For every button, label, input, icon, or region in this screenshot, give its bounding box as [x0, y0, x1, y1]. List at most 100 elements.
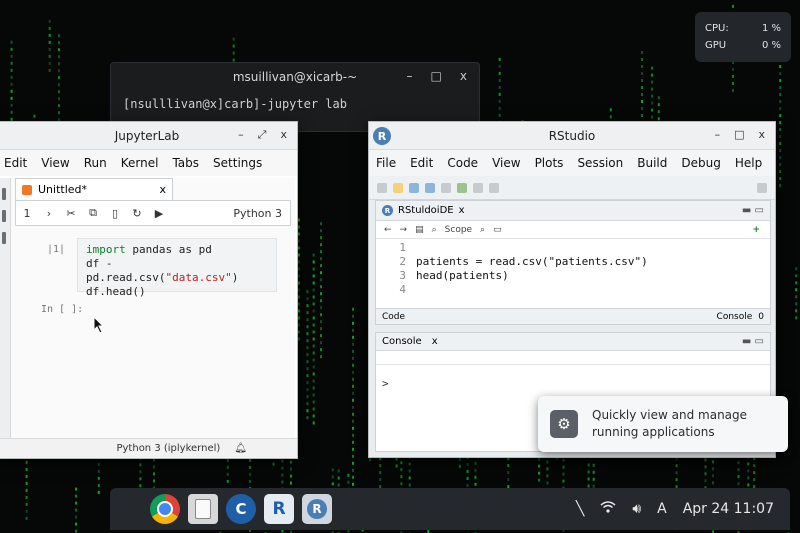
r-app-icon[interactable]: R — [264, 494, 294, 524]
matrix-glyph — [312, 344, 315, 348]
sidebar-tab-icon[interactable] — [1, 232, 6, 244]
wifi-icon[interactable] — [600, 501, 616, 517]
matrix-glyph — [498, 92, 501, 96]
volume-icon[interactable]: 🔊︎ — [632, 501, 641, 517]
jupyterlab-title: JupyterLab — [114, 128, 180, 143]
code-editor[interactable]: 1 2 3 4 patients = read.csv("patients.cs… — [376, 239, 770, 307]
menu-help[interactable]: Help — [728, 156, 769, 170]
menu-debug[interactable]: Debug — [674, 156, 727, 170]
matrix-glyph — [562, 465, 565, 469]
empty-cell-prompt[interactable]: In [ ]: — [41, 304, 83, 315]
open-folder-icon[interactable] — [393, 182, 403, 193]
paste-icon[interactable]: ▯ — [104, 207, 126, 220]
menu-run[interactable]: Run — [77, 156, 114, 170]
close-icon[interactable]: x — [459, 205, 465, 216]
chrome-icon[interactable] — [150, 494, 180, 524]
rstudio-close-button[interactable]: x — [758, 128, 765, 141]
menu-file[interactable]: File — [369, 156, 403, 170]
save-all-icon[interactable] — [425, 182, 435, 193]
matrix-glyph — [298, 337, 300, 341]
code-line[interactable] — [416, 241, 648, 255]
find-icon[interactable]: ⌕ — [480, 225, 485, 235]
c-app-icon[interactable]: C — [226, 494, 256, 524]
code-line[interactable]: head(patients) — [416, 269, 648, 283]
menu-edit[interactable]: Edit — [0, 156, 34, 170]
jupyter-minimize-button[interactable]: – — [238, 128, 244, 142]
run-icon[interactable]: ▶ — [148, 207, 170, 220]
terminal-maximize-button[interactable]: □ — [431, 69, 442, 83]
jupyter-left-sidebar[interactable] — [0, 178, 11, 438]
save-icon[interactable]: ▤ — [415, 225, 424, 235]
keyboard-layout[interactable]: A — [657, 501, 667, 517]
kernel-name[interactable]: Python 3 — [233, 207, 290, 220]
menu-tabs[interactable]: Tabs — [165, 156, 206, 170]
terminal-minimize-button[interactable]: – — [407, 69, 413, 83]
print-icon[interactable] — [441, 182, 451, 193]
scope-button[interactable]: Scope — [445, 225, 472, 235]
sidebar-tab-icon[interactable] — [1, 188, 6, 200]
matrix-glyph — [466, 462, 469, 466]
close-icon[interactable]: x — [432, 336, 438, 347]
rstudio-maximize-button[interactable]: □ — [734, 128, 744, 141]
search-icon[interactable]: ⌕ — [432, 225, 437, 235]
rstudio-app-icon[interactable]: R — [302, 494, 332, 524]
format-icon[interactable]: ▭ — [493, 225, 502, 235]
new-file-icon[interactable] — [377, 182, 387, 193]
menu-session[interactable]: Session — [570, 156, 630, 170]
rstudio-titlebar[interactable]: R RStudio – □ x — [369, 122, 775, 150]
menu-code[interactable]: Code — [440, 156, 485, 170]
workspace-icon[interactable] — [473, 182, 483, 193]
forward-arrow-icon[interactable]: → — [400, 225, 408, 235]
matrix-glyph — [320, 306, 322, 310]
notebook-tab[interactable]: Unittled* x — [15, 178, 173, 200]
matrix-glyph — [58, 104, 60, 108]
close-icon[interactable]: x — [159, 183, 166, 196]
matrix-glyph — [281, 480, 284, 484]
matrix-glyph — [562, 458, 565, 462]
editor-mode-label[interactable]: Code — [382, 312, 405, 322]
menu-kernel[interactable]: Kernel — [114, 156, 166, 170]
matrix-glyph — [458, 457, 461, 461]
terminal-titlebar[interactable]: msuillivan@xicarb-~ – □ x — [111, 63, 479, 91]
clock[interactable]: Apr 24 11:07 — [683, 501, 774, 517]
back-arrow-icon[interactable]: ← — [384, 225, 392, 235]
menu-view[interactable]: View — [34, 156, 76, 170]
cell-prompt: |1| — [47, 244, 66, 255]
save-icon[interactable] — [409, 182, 419, 193]
menu-view[interactable]: View — [485, 156, 527, 170]
code-line[interactable] — [416, 283, 648, 297]
matrix-glyph — [712, 460, 714, 464]
menu-build[interactable]: Build — [630, 156, 674, 170]
project-icon[interactable] — [757, 182, 767, 193]
matrix-glyph — [352, 433, 354, 437]
editor-tab[interactable]: R RStuldoiDE x ▬ ▭ — [376, 201, 770, 221]
terminal-close-button[interactable]: x — [460, 69, 467, 83]
jupyter-maximize-button[interactable]: ⤢ — [258, 128, 267, 142]
cut-icon[interactable]: ✂ — [60, 207, 82, 220]
sidebar-tab-icon[interactable] — [1, 210, 6, 222]
terminal-output[interactable]: [nsulllivan@x]carb]-jupyter lab — [111, 91, 479, 117]
menu-plots[interactable]: Plots — [528, 156, 571, 170]
pane-minmax-icon[interactable]: ▬ ▭ — [742, 205, 764, 216]
chevron-right-icon[interactable]: › — [38, 207, 60, 220]
code-line[interactable]: patients = read.csv("patients.csv") — [416, 255, 648, 269]
copy-icon[interactable]: ⧉ — [82, 206, 104, 220]
jupyterlab-titlebar[interactable]: JupyterLab – ⤢ x — [0, 122, 297, 150]
menu-edit[interactable]: Edit — [403, 156, 440, 170]
pane-minmax-icon[interactable]: ▬ ▭ — [742, 336, 764, 347]
menu-settings[interactable]: Settings — [206, 156, 269, 170]
rstudio-minimize-button[interactable]: – — [715, 128, 721, 141]
code-lines[interactable]: patients = read.csv("patients.csv") head… — [416, 239, 648, 297]
console-link[interactable]: Console — [717, 312, 753, 322]
addins-icon[interactable] — [489, 182, 499, 193]
jupyter-close-button[interactable]: x — [280, 128, 287, 142]
add-icon[interactable]: + — [752, 225, 760, 235]
goto-icon[interactable] — [457, 182, 467, 193]
jupyterlab-window[interactable]: JupyterLab – ⤢ x Edit View Run Kernel Ta… — [0, 121, 298, 459]
code-cell[interactable]: import pandas as pd df - pd.read.csv("da… — [77, 238, 277, 298]
files-icon[interactable] — [188, 494, 218, 524]
restart-icon[interactable]: ↻ — [126, 207, 148, 220]
console-tab[interactable]: Console x ▬ ▭ — [376, 333, 770, 351]
network-icon[interactable]: ╲ — [576, 501, 584, 517]
matrix-glyph — [641, 107, 643, 110]
